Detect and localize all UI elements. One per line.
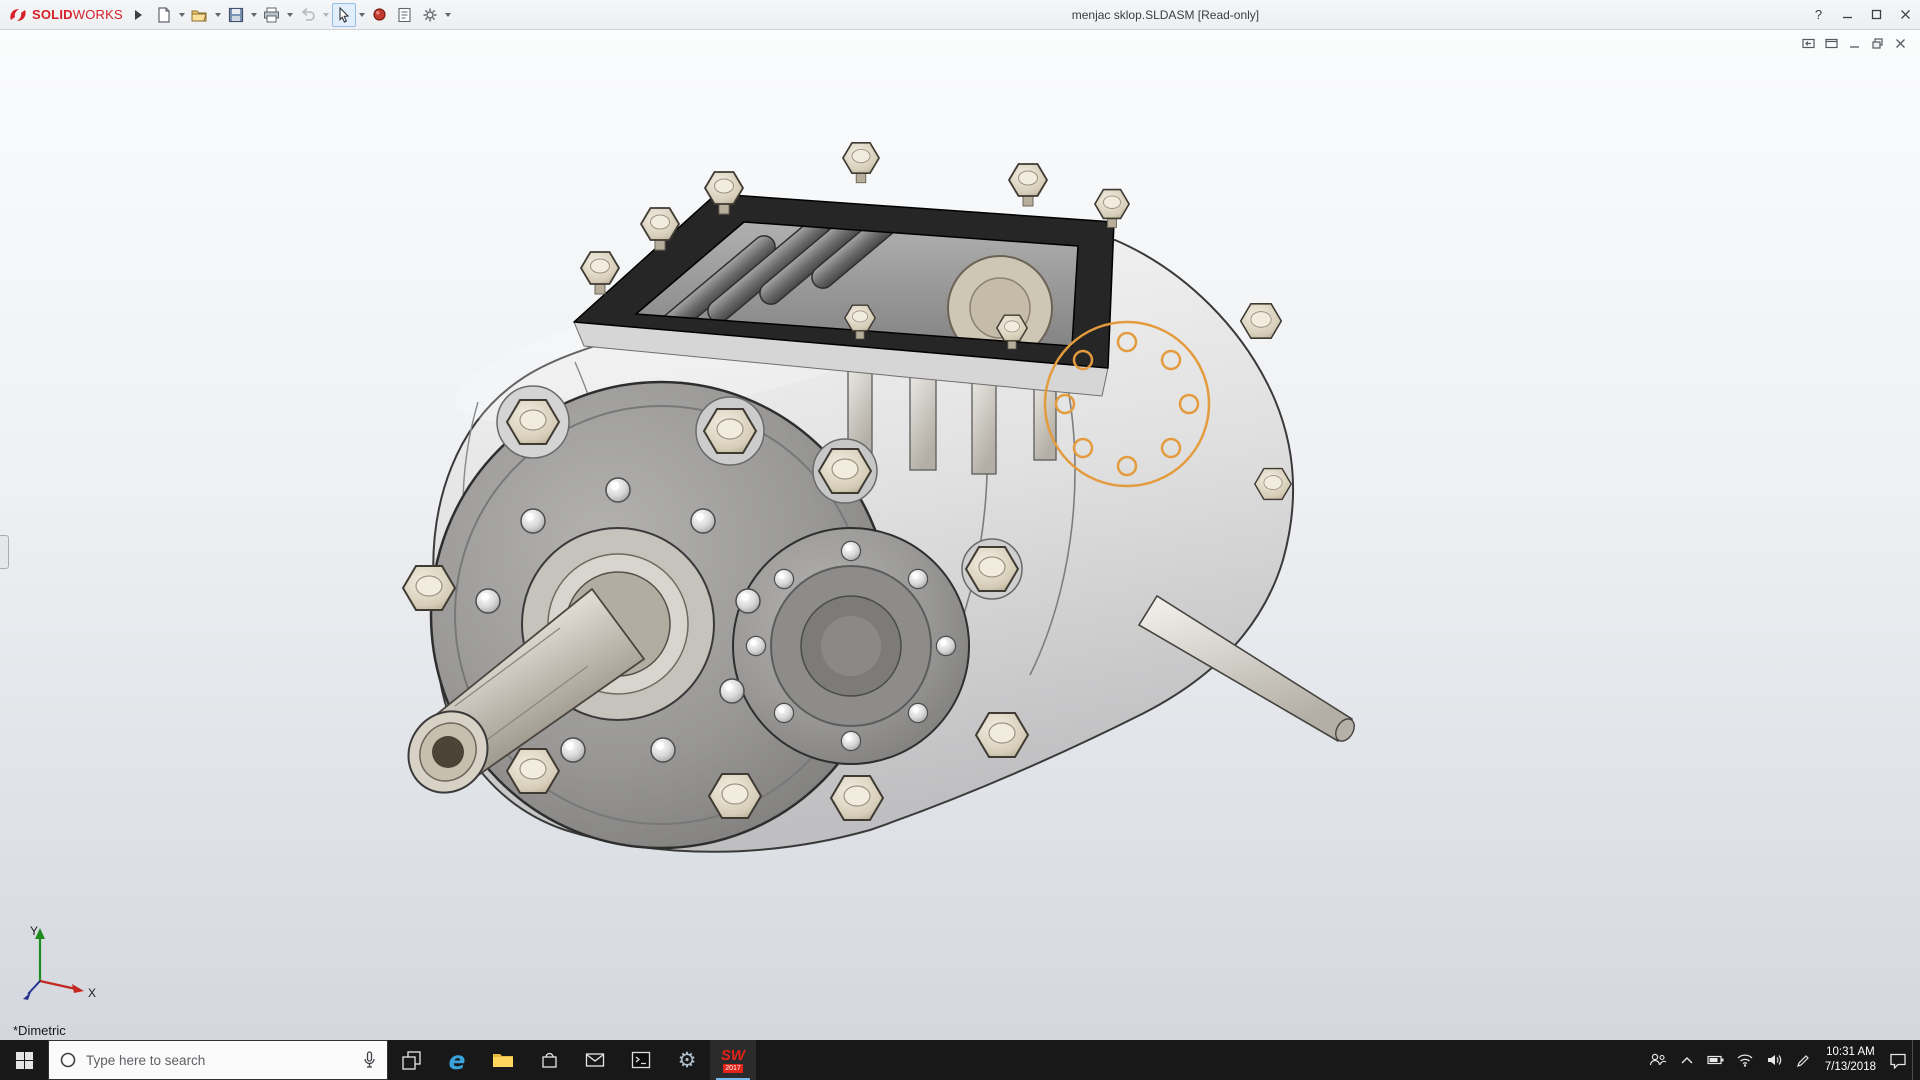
start-button[interactable] <box>0 1040 48 1080</box>
new-dropdown-arrow[interactable] <box>179 13 185 17</box>
edge-browser-button[interactable]: e <box>434 1040 480 1080</box>
menu-flyout-arrow-icon[interactable] <box>135 10 142 20</box>
file-explorer-icon <box>492 1051 514 1069</box>
doc-minimize-button[interactable] <box>1846 35 1862 51</box>
clock-time: 10:31 AM <box>1825 1045 1876 1060</box>
save-dropdown-arrow[interactable] <box>251 13 257 17</box>
doc-close-button[interactable] <box>1892 35 1908 51</box>
solidworks-logo: SOLIDWORKS <box>8 7 123 23</box>
window-controls: ? <box>1804 0 1920 29</box>
file-properties-icon <box>397 7 412 23</box>
taskbar-clock[interactable]: 10:31 AM 7/13/2018 <box>1818 1045 1883 1075</box>
new-document-icon <box>156 7 172 23</box>
options-button[interactable] <box>418 3 442 27</box>
pen-icon <box>1796 1053 1811 1068</box>
print-icon <box>263 7 280 23</box>
undo-dropdown-arrow[interactable] <box>323 13 329 17</box>
console-button[interactable] <box>618 1040 664 1080</box>
solidworks-logo-icon <box>8 7 28 23</box>
doc-restore-button[interactable] <box>1869 35 1885 51</box>
axis-y-label: Y <box>30 924 38 938</box>
new-document-button[interactable] <box>152 3 176 27</box>
float-window-button[interactable] <box>1823 35 1839 51</box>
rebuild-icon <box>372 7 387 22</box>
file-explorer-button[interactable] <box>480 1040 526 1080</box>
solidworks-taskbar-button[interactable]: SW 2017 <box>710 1040 756 1080</box>
console-icon <box>631 1051 651 1069</box>
close-button[interactable] <box>1891 0 1920 29</box>
task-view-icon <box>401 1050 422 1071</box>
action-center-button[interactable] <box>1883 1040 1912 1080</box>
minimize-button[interactable] <box>1833 0 1862 29</box>
system-tray: 10:31 AM 7/13/2018 <box>1644 1040 1920 1080</box>
print-dropdown-arrow[interactable] <box>287 13 293 17</box>
task-pane-collapse-tab[interactable] <box>0 535 9 569</box>
open-button[interactable] <box>188 3 212 27</box>
settings-gear-icon: ⚙ <box>678 1050 697 1071</box>
dock-pane-button[interactable] <box>1800 35 1816 51</box>
network-status-button[interactable] <box>1731 1040 1760 1080</box>
taskbar-search-box[interactable]: Type here to search <box>48 1040 388 1080</box>
tray-overflow-button[interactable] <box>1673 1040 1702 1080</box>
logo-works: WORKS <box>73 7 123 22</box>
graphics-area[interactable]: Y X *Dimetric <box>0 30 1920 1040</box>
close-icon <box>1900 9 1911 20</box>
edge-icon: e <box>449 1048 466 1073</box>
solidworks-window: SOLIDWORKS <box>0 0 1920 1080</box>
document-title: menjac sklop.SLDASM [Read-only] <box>1072 8 1259 22</box>
axis-x-label: X <box>88 986 96 1000</box>
speaker-icon <box>1766 1053 1783 1067</box>
solidworks-app-icon: SW 2017 <box>721 1048 745 1073</box>
undo-icon <box>300 7 316 23</box>
document-window-controls <box>1800 35 1908 51</box>
graphics-viewport[interactable] <box>0 30 1920 1040</box>
people-icon <box>1649 1052 1667 1068</box>
battery-icon <box>1707 1054 1725 1066</box>
select-cursor-icon <box>337 7 351 23</box>
save-button[interactable] <box>224 3 248 27</box>
store-button[interactable] <box>526 1040 572 1080</box>
quick-access-toolbar <box>152 3 453 27</box>
open-dropdown-arrow[interactable] <box>215 13 221 17</box>
save-icon <box>228 7 244 23</box>
minimize-icon <box>1842 9 1853 20</box>
title-bar: SOLIDWORKS <box>0 0 1920 30</box>
options-gear-icon <box>422 7 438 23</box>
view-orientation-label: *Dimetric <box>13 1023 66 1038</box>
secondary-flange <box>733 528 969 764</box>
mail-icon <box>585 1052 605 1068</box>
search-placeholder: Type here to search <box>86 1053 353 1068</box>
mail-button[interactable] <box>572 1040 618 1080</box>
people-button[interactable] <box>1644 1040 1673 1080</box>
undo-button[interactable] <box>296 3 320 27</box>
windows-ink-button[interactable] <box>1789 1040 1818 1080</box>
cortana-icon <box>59 1051 77 1069</box>
wifi-icon <box>1736 1053 1754 1067</box>
maximize-button[interactable] <box>1862 0 1891 29</box>
select-dropdown-arrow[interactable] <box>359 13 365 17</box>
reference-triad: Y X <box>18 923 102 1015</box>
select-tool-button[interactable] <box>332 3 356 27</box>
maximize-icon <box>1871 9 1882 20</box>
print-button[interactable] <box>260 3 284 27</box>
show-desktop-button[interactable] <box>1912 1040 1920 1080</box>
settings-button[interactable]: ⚙ <box>664 1040 710 1080</box>
chevron-up-icon <box>1680 1055 1694 1065</box>
task-view-button[interactable] <box>388 1040 434 1080</box>
rebuild-button[interactable] <box>368 3 392 27</box>
microphone-icon <box>362 1051 377 1069</box>
battery-status-button[interactable] <box>1702 1040 1731 1080</box>
options-dropdown-arrow[interactable] <box>445 13 451 17</box>
windows-logo-icon <box>16 1052 33 1069</box>
file-properties-button[interactable] <box>393 3 417 27</box>
logo-solid: SOLID <box>32 7 73 22</box>
windows-taskbar: Type here to search e <box>0 1040 1920 1080</box>
store-icon <box>540 1051 559 1070</box>
open-icon <box>191 7 208 23</box>
solidworks-logo-text: SOLIDWORKS <box>32 7 123 22</box>
clock-date: 7/13/2018 <box>1825 1060 1876 1075</box>
help-button[interactable]: ? <box>1804 0 1833 29</box>
action-center-icon <box>1889 1052 1907 1069</box>
volume-button[interactable] <box>1760 1040 1789 1080</box>
